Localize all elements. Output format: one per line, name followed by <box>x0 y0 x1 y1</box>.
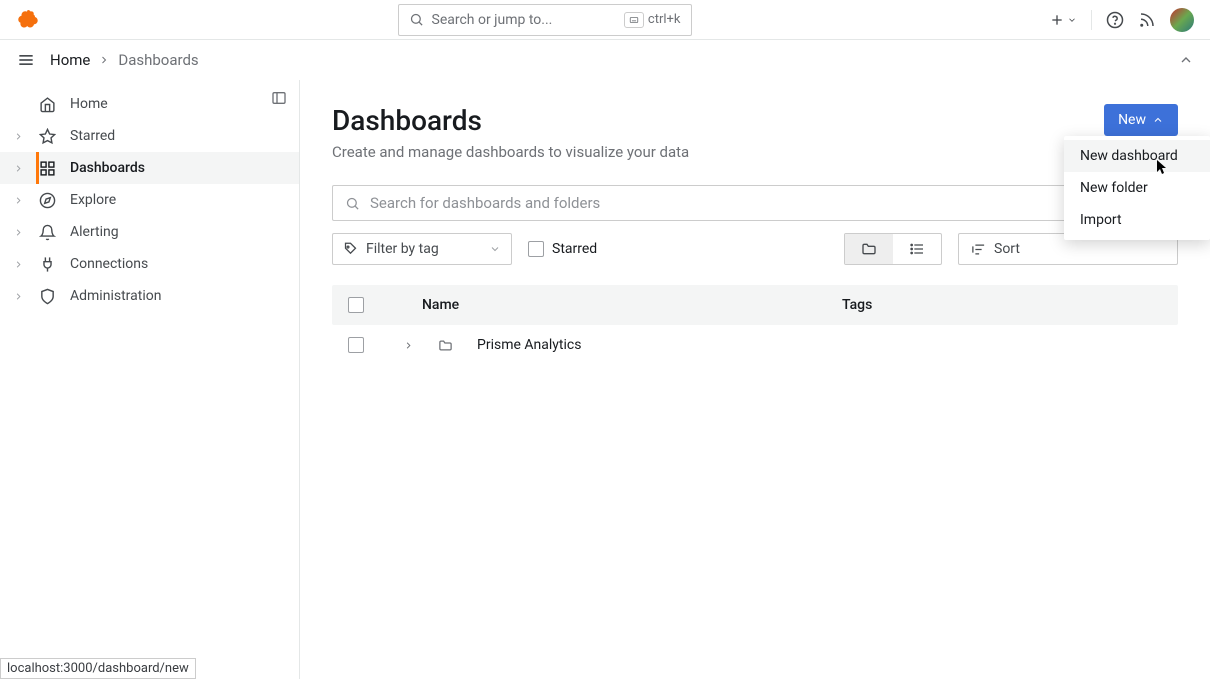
chevron-right-icon <box>98 54 110 66</box>
status-bar: localhost:3000/dashboard/new <box>0 658 196 679</box>
user-avatar[interactable] <box>1170 8 1194 32</box>
breadcrumb-current: Dashboards <box>118 51 198 69</box>
chevron-right-icon <box>12 163 24 174</box>
bell-icon <box>38 224 56 241</box>
tag-filter-select[interactable]: Filter by tag <box>332 233 512 265</box>
table-row: Prisme Analytics <box>332 325 1178 365</box>
sidebar-item-label: Starred <box>70 128 115 144</box>
sidebar-item-dashboards[interactable]: Dashboards <box>0 152 299 184</box>
table-header: Name Tags <box>332 285 1178 325</box>
menu-item-new-folder[interactable]: New folder <box>1064 172 1210 204</box>
tag-icon <box>343 242 358 257</box>
chevron-right-icon <box>12 291 24 302</box>
sidebar-item-home[interactable]: Home <box>0 88 299 120</box>
folder-icon <box>861 241 877 257</box>
sidebar-item-administration[interactable]: Administration <box>0 280 299 312</box>
help-button[interactable] <box>1106 11 1124 29</box>
search-icon <box>409 12 424 27</box>
sidebar-item-label: Connections <box>70 256 148 272</box>
view-folders-button[interactable] <box>845 234 893 264</box>
view-toggle <box>844 233 942 265</box>
column-header-tags[interactable]: Tags <box>842 297 1162 313</box>
starred-filter-checkbox[interactable]: Starred <box>528 241 597 257</box>
chevron-right-icon <box>12 195 24 206</box>
sidebar-item-label: Alerting <box>70 224 119 240</box>
chevron-right-icon <box>12 227 24 238</box>
search-icon <box>345 196 360 211</box>
chevron-up-icon <box>1152 114 1164 126</box>
chevron-right-icon <box>12 131 24 142</box>
chevron-down-icon <box>489 243 501 255</box>
list-icon <box>909 241 925 257</box>
sidebar: Home Starred Dashboards Explore Alerting… <box>0 80 300 679</box>
sidebar-item-label: Administration <box>70 288 161 304</box>
breadcrumb-home[interactable]: Home <box>50 51 90 69</box>
shield-icon <box>38 288 56 305</box>
sidebar-item-label: Explore <box>70 192 116 208</box>
news-button[interactable] <box>1138 11 1156 29</box>
quick-add-button[interactable] <box>1049 12 1077 28</box>
new-button[interactable]: New <box>1104 104 1178 136</box>
row-name-link[interactable]: Prisme Analytics <box>477 337 581 353</box>
home-icon <box>38 96 56 113</box>
global-search-input[interactable]: ctrl+k <box>398 4 692 36</box>
folder-icon <box>438 338 453 353</box>
sidebar-item-starred[interactable]: Starred <box>0 120 299 152</box>
sidebar-item-alerting[interactable]: Alerting <box>0 216 299 248</box>
page-subtitle: Create and manage dashboards to visualiz… <box>332 143 689 161</box>
select-all-checkbox[interactable] <box>348 297 364 313</box>
dashboard-search-input[interactable] <box>332 185 1178 221</box>
compass-icon <box>38 192 56 209</box>
column-header-name[interactable]: Name <box>422 297 459 313</box>
sidebar-item-explore[interactable]: Explore <box>0 184 299 216</box>
breadcrumb: Home Dashboards <box>50 51 199 69</box>
sort-icon <box>971 242 986 257</box>
menu-item-new-dashboard[interactable]: New dashboard <box>1064 140 1210 172</box>
new-dropdown-menu: New dashboard New folder Import <box>1064 136 1210 240</box>
expand-row-button[interactable] <box>402 340 414 351</box>
sidebar-item-label: Home <box>70 96 108 112</box>
view-list-button[interactable] <box>893 234 941 264</box>
chevron-right-icon <box>12 259 24 270</box>
menu-toggle-button[interactable] <box>16 50 36 70</box>
row-checkbox[interactable] <box>348 337 364 353</box>
menu-item-import[interactable]: Import <box>1064 204 1210 236</box>
divider <box>1091 10 1092 30</box>
page-title: Dashboards <box>332 104 689 137</box>
grafana-logo-icon[interactable] <box>16 8 40 32</box>
plug-icon <box>38 256 56 273</box>
star-icon <box>38 128 56 145</box>
sidebar-item-connections[interactable]: Connections <box>0 248 299 280</box>
grid-icon <box>38 160 56 177</box>
collapse-header-button[interactable] <box>1178 52 1194 68</box>
sidebar-item-label: Dashboards <box>70 160 145 176</box>
keyboard-shortcut-hint: ctrl+k <box>624 12 681 28</box>
